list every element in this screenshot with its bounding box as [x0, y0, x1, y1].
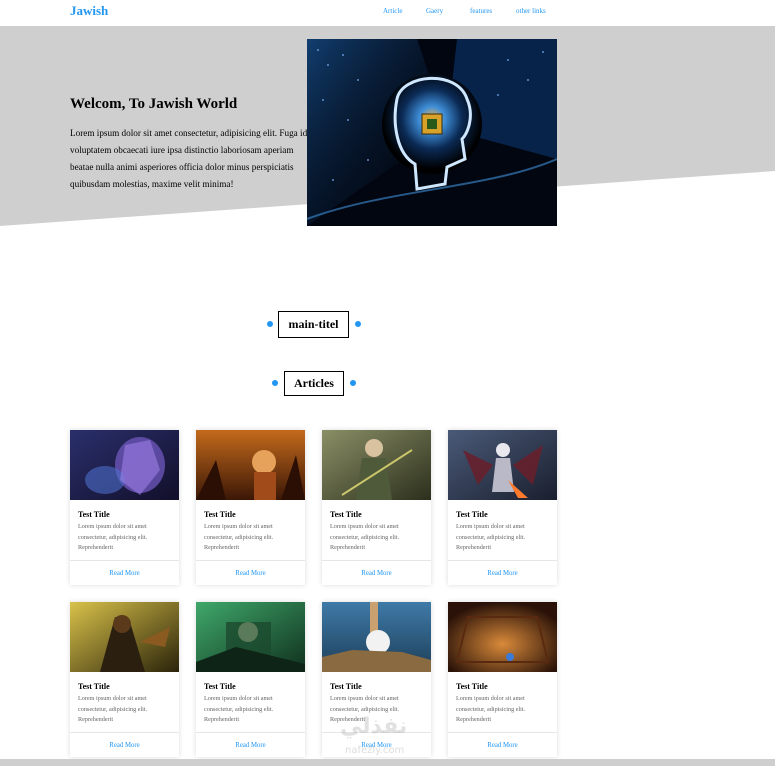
card-text: Lorem ipsum dolor sit amet consectetur, …	[456, 523, 526, 551]
hero-text: Lorem ipsum dolor sit amet consectetur, …	[70, 128, 308, 189]
article-card: Test Title Lorem ipsum dolor sit amet co…	[448, 430, 557, 585]
watermark-sub: nafezly.com	[345, 745, 405, 756]
card-title: Test Title	[78, 682, 110, 691]
article-card: Test Title Lorem ipsum dolor sit amet co…	[322, 430, 431, 585]
card-footer: Read More	[196, 732, 305, 757]
card-image	[448, 602, 557, 672]
read-more-link[interactable]: Read More	[361, 570, 391, 577]
card-text: Lorem ipsum dolor sit amet consectetur, …	[204, 523, 274, 551]
card-footer: Read More	[322, 560, 431, 585]
card-title: Test Title	[78, 510, 110, 519]
bottom-bar	[0, 759, 775, 766]
card-image	[70, 602, 179, 672]
nav-link-gallery[interactable]: Gaery	[426, 7, 443, 15]
nav-link-article[interactable]: Article	[383, 7, 402, 15]
card-title: Test Title	[456, 682, 488, 691]
card-title: Test Title	[204, 682, 236, 691]
card-text: Lorem ipsum dolor sit amet consectetur, …	[78, 695, 148, 723]
read-more-link[interactable]: Read More	[235, 570, 265, 577]
card-text: Lorem ipsum dolor sit amet consectetur, …	[330, 523, 400, 551]
nav-link-other[interactable]: other links	[516, 7, 546, 15]
main-title: main-titel	[278, 311, 349, 338]
read-more-link[interactable]: Read More	[109, 570, 139, 577]
hero-title: Welcom, To Jawish World	[70, 96, 238, 112]
card-text: Lorem ipsum dolor sit amet consectetur, …	[456, 695, 526, 723]
card-footer: Read More	[448, 560, 557, 585]
card-image	[196, 430, 305, 500]
card-text: Lorem ipsum dolor sit amet consectetur, …	[204, 695, 274, 723]
nav-link-features[interactable]: features	[470, 7, 492, 15]
articles-title: Articles	[284, 371, 344, 396]
title-dot-right	[355, 321, 361, 327]
hero-image	[307, 39, 557, 226]
card-image	[322, 602, 431, 672]
articles-dot-right	[350, 380, 356, 386]
site-header: Jawish Article Gaery features other link…	[0, 0, 775, 26]
article-card: Test Title Lorem ipsum dolor sit amet co…	[196, 430, 305, 585]
card-footer: Read More	[196, 560, 305, 585]
card-title: Test Title	[330, 510, 362, 519]
card-title: Test Title	[330, 682, 362, 691]
watermark: نفذلي	[340, 714, 408, 739]
read-more-link[interactable]: Read More	[487, 742, 517, 749]
article-card: Test Title Lorem ipsum dolor sit amet co…	[70, 430, 179, 585]
card-image	[322, 430, 431, 500]
title-dot-left	[267, 321, 273, 327]
card-footer: Read More	[448, 732, 557, 757]
read-more-link[interactable]: Read More	[487, 570, 517, 577]
read-more-link[interactable]: Read More	[235, 742, 265, 749]
card-text: Lorem ipsum dolor sit amet consectetur, …	[78, 523, 148, 551]
site-logo[interactable]: Jawish	[70, 3, 108, 19]
article-card: Test Title Lorem ipsum dolor sit amet co…	[70, 602, 179, 757]
card-image	[196, 602, 305, 672]
card-title: Test Title	[456, 510, 488, 519]
card-image	[70, 430, 179, 500]
article-card: Test Title Lorem ipsum dolor sit amet co…	[448, 602, 557, 757]
read-more-link[interactable]: Read More	[109, 742, 139, 749]
card-image	[448, 430, 557, 500]
card-title: Test Title	[204, 510, 236, 519]
card-footer: Read More	[70, 560, 179, 585]
articles-dot-left	[272, 380, 278, 386]
article-card: Test Title Lorem ipsum dolor sit amet co…	[196, 602, 305, 757]
card-footer: Read More	[70, 732, 179, 757]
